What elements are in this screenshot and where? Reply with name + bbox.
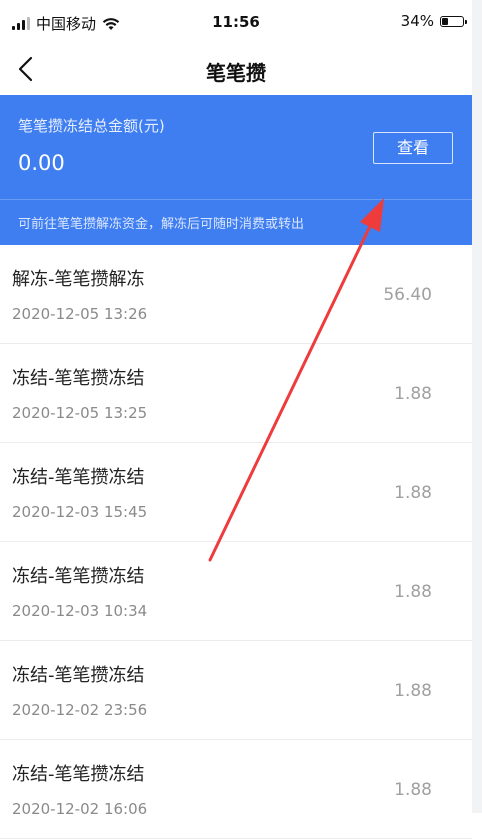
item-title: 冻结-笔笔攒冻结: [12, 368, 145, 389]
view-button[interactable]: 查看: [373, 132, 453, 164]
item-amount: 1.88: [394, 483, 432, 503]
list-item[interactable]: 解冻-笔笔攒解冻 2020-12-05 13:26 56.40: [0, 245, 472, 344]
status-bar: 中国移动 11:56 34%: [0, 0, 472, 44]
battery-percent: 34%: [400, 12, 434, 30]
screenshot-edge: [472, 0, 482, 813]
unfreeze-hint: 可前往笔笔攒解冻资金，解冻后可随时消费或转出: [18, 217, 305, 232]
item-title: 冻结-笔笔攒冻结: [12, 764, 145, 785]
summary-divider: [0, 199, 472, 200]
item-time: 2020-12-05 13:25: [12, 404, 148, 422]
item-time: 2020-12-05 13:26: [12, 305, 148, 323]
status-right: 34%: [400, 12, 467, 30]
item-time: 2020-12-02 23:56: [12, 701, 148, 719]
list-item[interactable]: 冻结-笔笔攒冻结 2020-12-05 13:25 1.88: [0, 344, 472, 443]
item-amount: 1.88: [394, 384, 432, 404]
item-title: 冻结-笔笔攒冻结: [12, 566, 145, 587]
list-item[interactable]: 冻结-笔笔攒冻结 2020-12-02 23:56 1.88: [0, 641, 472, 740]
frozen-total-amount: 0.00: [18, 151, 65, 175]
nav-bar: 笔笔攒: [0, 44, 472, 94]
battery-icon: [440, 15, 467, 27]
item-time: 2020-12-03 15:45: [12, 503, 148, 521]
item-time: 2020-12-03 10:34: [12, 602, 148, 620]
list-item[interactable]: 冻结-笔笔攒冻结 2020-12-03 15:45 1.88: [0, 443, 472, 542]
item-title: 冻结-笔笔攒冻结: [12, 665, 145, 686]
frozen-total-label: 笔笔攒冻结总金额(元): [18, 117, 165, 135]
list-item[interactable]: 冻结-笔笔攒冻结 2020-12-02 16:06 1.88: [0, 740, 472, 839]
item-amount: 1.88: [394, 780, 432, 800]
item-amount: 56.40: [383, 285, 432, 305]
item-title: 解冻-笔笔攒解冻: [12, 269, 145, 290]
list-item[interactable]: 冻结-笔笔攒冻结 2020-12-03 10:34 1.88: [0, 542, 472, 641]
item-amount: 1.88: [394, 582, 432, 602]
item-time: 2020-12-02 16:06: [12, 800, 148, 818]
frozen-summary-card: 笔笔攒冻结总金额(元) 0.00 查看 可前往笔笔攒解冻资金，解冻后可随时消费或…: [0, 95, 472, 245]
item-title: 冻结-笔笔攒冻结: [12, 467, 145, 488]
item-amount: 1.88: [394, 681, 432, 701]
transaction-list: 解冻-笔笔攒解冻 2020-12-05 13:26 56.40 冻结-笔笔攒冻结…: [0, 245, 472, 839]
page-title: 笔笔攒: [206, 61, 266, 85]
